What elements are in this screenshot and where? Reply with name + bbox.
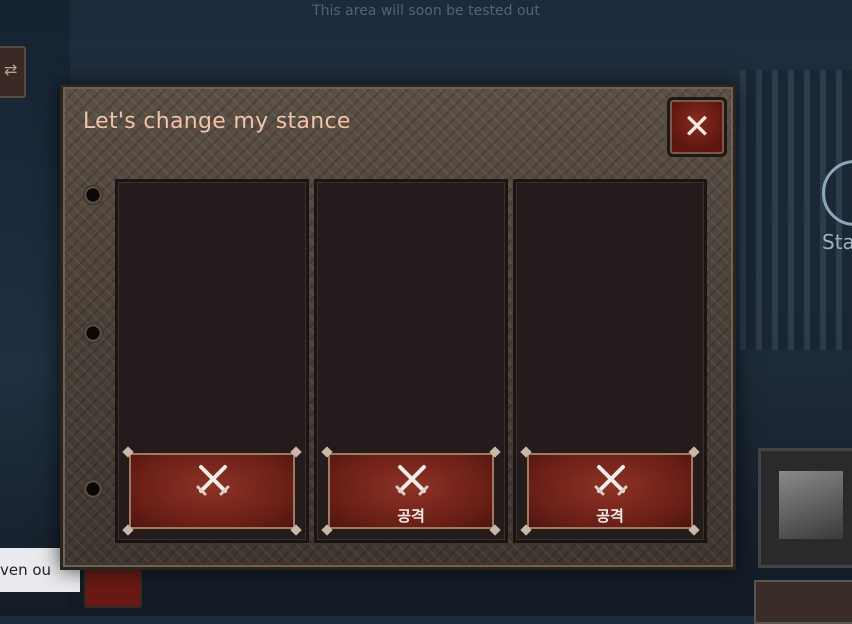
arrow-icon: ⇄: [4, 60, 18, 79]
stance-label: 공격: [397, 507, 425, 525]
crossed-swords-icon: [594, 465, 628, 496]
close-icon: ✕: [682, 107, 712, 147]
top-notice-text: This area will soon be tested out: [312, 3, 540, 19]
corner-rivet: [520, 524, 532, 536]
corner-rivet: [321, 524, 333, 536]
crossed-swords-icon: [395, 465, 429, 496]
stance-label-right: Sta: [822, 230, 852, 254]
stance-attack-button-2[interactable]: 공격: [321, 446, 501, 536]
stance-modal: Let's change my stance ✕ 공격 공격: [60, 84, 736, 570]
corner-rivet: [290, 524, 302, 536]
binder-hole: [83, 479, 103, 499]
corner-rivet: [520, 446, 532, 458]
stance-slot-1[interactable]: [115, 179, 309, 543]
stance-slot-3[interactable]: 공격: [513, 179, 707, 543]
stance-attack-button-1[interactable]: [122, 446, 302, 536]
stance-label: 공격: [596, 507, 624, 525]
stance-attack-button-3[interactable]: 공격: [520, 446, 700, 536]
corner-rivet: [321, 446, 333, 458]
modal-title: Let's change my stance: [83, 109, 351, 134]
character-portrait: [779, 471, 843, 539]
corner-rivet: [688, 446, 700, 458]
secondary-card[interactable]: [754, 580, 852, 624]
binder-hole: [83, 185, 103, 205]
corner-rivet: [489, 446, 501, 458]
corner-rivet: [122, 524, 134, 536]
character-portrait-card[interactable]: [758, 448, 852, 568]
corner-rivet: [489, 524, 501, 536]
corner-rivet: [290, 446, 302, 458]
stance-slot-2[interactable]: 공격: [314, 179, 508, 543]
corner-rivet: [122, 446, 134, 458]
close-button[interactable]: ✕: [667, 97, 727, 157]
crossed-swords-icon: [196, 465, 230, 496]
binder-hole: [83, 323, 103, 343]
corner-rivet: [688, 524, 700, 536]
side-menu-button[interactable]: ⇄: [0, 46, 26, 98]
